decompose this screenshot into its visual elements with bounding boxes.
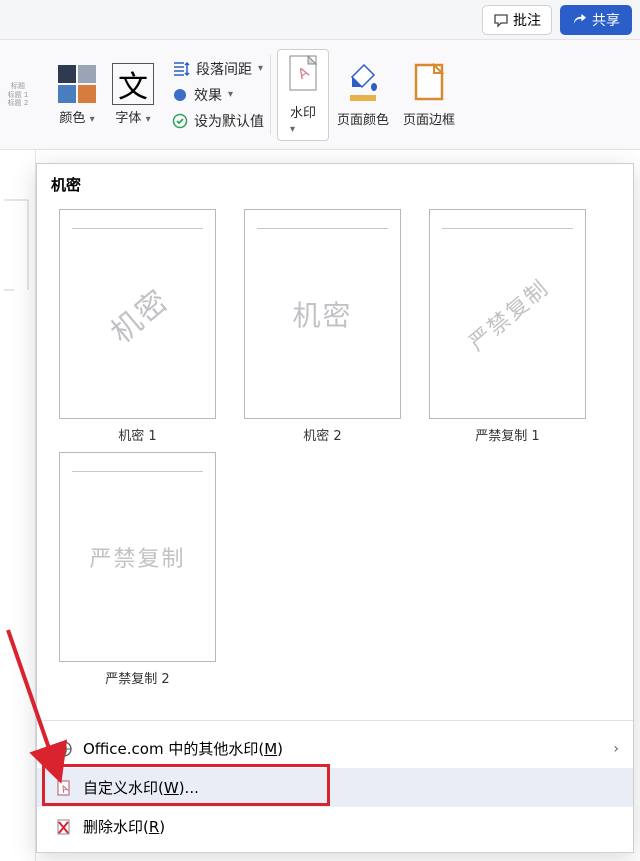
share-button[interactable]: 共享 [560, 5, 632, 35]
page-color-button[interactable]: 页面颜色 [331, 57, 395, 132]
gallery-section-header: 机密 [37, 164, 633, 201]
document-left-margin [0, 150, 36, 861]
paragraph-spacing-item[interactable]: 段落间距 ▾ [172, 59, 264, 79]
watermark-thumb-nocopy-1[interactable]: 严禁复制 严禁复制 1 [429, 209, 586, 444]
effects-item[interactable]: 效果 ▾ [172, 85, 264, 105]
page-border-button[interactable]: 页面边框 [397, 57, 461, 132]
comments-label: 批注 [513, 10, 541, 30]
globe-icon [55, 740, 73, 758]
separator [37, 720, 633, 721]
watermark-button[interactable]: A 水印▾ [277, 49, 329, 141]
menu-label: 自定义水印(W)... [83, 777, 199, 798]
spacing-icon [172, 60, 190, 78]
watermark-gallery: 机密 机密 1 机密 机密 2 严禁复制 严禁复制 1 严禁复制 严禁复制 2 [37, 201, 633, 714]
color-swatch-icon [56, 63, 98, 105]
thumb-label: 严禁复制 2 [105, 668, 169, 687]
effects-icon [172, 87, 188, 103]
chevron-down-icon: ▾ [258, 63, 263, 74]
remove-watermark-icon [55, 818, 73, 836]
chevron-down-icon: ▾ [90, 114, 95, 125]
remove-watermark-item[interactable]: 删除水印(R) [37, 807, 633, 846]
thumb-label: 机密 2 [303, 425, 341, 444]
comments-button[interactable]: 批注 [482, 5, 552, 35]
color-group[interactable]: 颜色 ▾ [50, 59, 104, 130]
styles-preview[interactable]: 标题标题 1标题 2 [0, 40, 36, 150]
share-icon [572, 12, 587, 27]
watermark-thumb-nocopy-2[interactable]: 严禁复制 严禁复制 2 [59, 452, 216, 687]
comment-icon [493, 12, 509, 28]
watermark-thumb-confidential-1[interactable]: 机密 机密 1 [59, 209, 216, 444]
watermark-dropdown: 机密 机密 机密 1 机密 机密 2 严禁复制 严禁复制 1 严禁复制 严禁复制… [36, 163, 634, 853]
office-more-watermarks-item[interactable]: Office.com 中的其他水印(M) › [37, 729, 633, 768]
menu-label: 删除水印(R) [83, 816, 165, 837]
checkmark-circle-icon [172, 113, 188, 129]
separator [270, 55, 271, 135]
share-label: 共享 [592, 10, 620, 30]
thumb-label: 机密 1 [118, 425, 156, 444]
watermark-icon: A [284, 54, 322, 100]
font-preview-icon: 文 [112, 63, 154, 105]
title-bar: 批注 共享 [0, 0, 640, 40]
set-default-item[interactable]: 设为默认值 [172, 111, 264, 131]
ribbon: 标题标题 1标题 2 颜色 ▾ 文 字体 ▾ 段落间距 ▾ 效果 ▾ 设为默认值 [0, 40, 640, 150]
watermark-thumb-confidential-2[interactable]: 机密 机密 2 [244, 209, 401, 444]
paragraph-options: 段落间距 ▾ 效果 ▾ 设为默认值 [172, 59, 264, 131]
chevron-down-icon: ▾ [228, 89, 233, 100]
menu-label: Office.com 中的其他水印(M) [83, 738, 283, 759]
chevron-down-icon: ▾ [290, 124, 295, 135]
page-color-icon [344, 61, 382, 107]
thumb-label: 严禁复制 1 [475, 425, 539, 444]
page-border-icon [410, 61, 448, 107]
chevron-right-icon: › [613, 741, 619, 757]
custom-watermark-icon: A [55, 779, 73, 797]
dropdown-footer-menu: Office.com 中的其他水印(M) › A 自定义水印(W)... 删除水… [37, 727, 633, 852]
chevron-down-icon: ▾ [146, 114, 151, 125]
custom-watermark-item[interactable]: A 自定义水印(W)... [37, 768, 633, 807]
font-group[interactable]: 文 字体 ▾ [106, 59, 160, 130]
